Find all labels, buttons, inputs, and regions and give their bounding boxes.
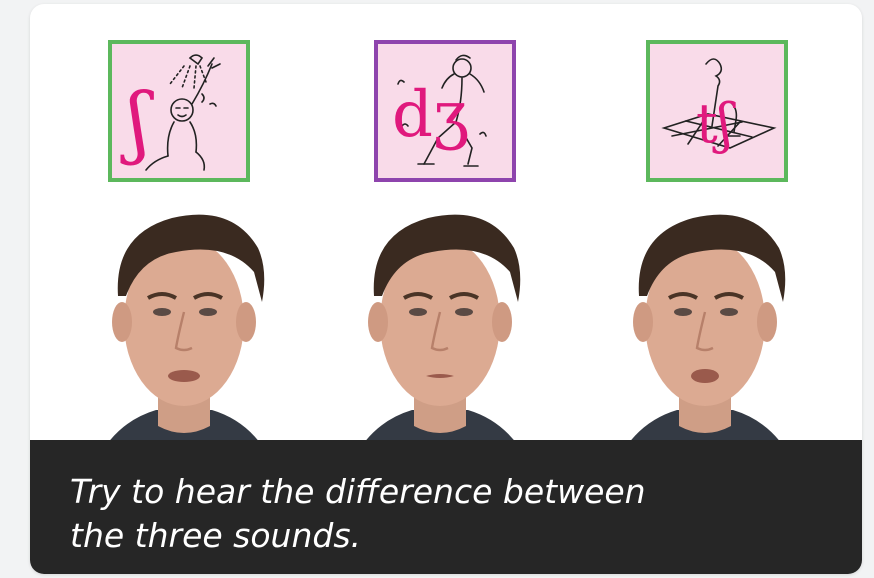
caption-line-2: the three sounds. [70, 516, 362, 555]
symbol-text-sh: ʃ [120, 77, 154, 167]
shower-icon: ʃ [120, 54, 221, 171]
symbol-card-sh[interactable]: ʃ [108, 40, 250, 182]
caption-line-1: Try to hear the difference between [70, 472, 646, 511]
symbol-card-ch[interactable]: tʃ [646, 40, 788, 182]
speaker-portrait [352, 214, 528, 462]
symbol-text-ch: tʃ [696, 92, 736, 155]
jazz-dancer-icon: dʒ [392, 54, 487, 167]
caption-bar: Try to hear the difference between the t… [30, 440, 862, 574]
speaker-face-3 [617, 200, 793, 462]
symbol-text-dzh: dʒ [392, 78, 469, 152]
speaker-portrait [96, 214, 272, 462]
chess-piece-icon: tʃ [661, 58, 777, 155]
speaker-face-2 [352, 200, 528, 462]
symbol-card-dzh[interactable]: dʒ [374, 40, 516, 182]
speaker-portrait [617, 214, 793, 462]
lesson-card: ʃ dʒ tʃ Try to hear the difference betwe… [30, 4, 862, 574]
speaker-face-1 [96, 200, 272, 462]
